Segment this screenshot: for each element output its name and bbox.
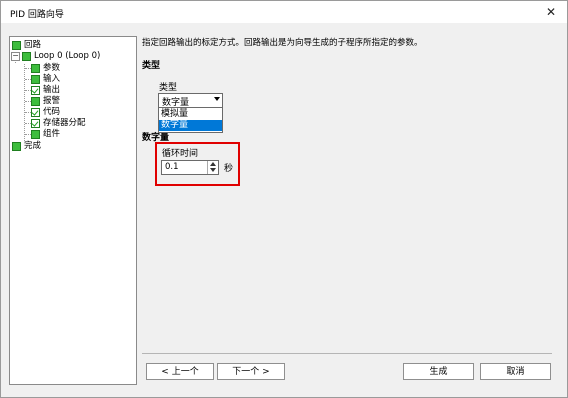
generate-button[interactable]: 生成 bbox=[403, 363, 474, 380]
status-icon bbox=[31, 97, 40, 106]
next-button[interactable]: 下一个 > bbox=[217, 363, 285, 380]
type-dropdown-list: 模拟量 数字量 bbox=[158, 107, 223, 133]
cycle-time-label: 循环时间 bbox=[162, 149, 199, 159]
type-select[interactable]: 数字量 bbox=[158, 93, 223, 108]
cycle-time-unit: 秒 bbox=[224, 164, 234, 174]
status-icon bbox=[22, 52, 31, 61]
tree-item-label: 输出 bbox=[43, 85, 61, 95]
close-icon[interactable]: ✕ bbox=[537, 2, 565, 22]
cancel-button[interactable]: 取消 bbox=[480, 363, 551, 380]
checkmark-icon bbox=[31, 86, 40, 95]
status-icon bbox=[31, 64, 40, 73]
tree-item-label: 回路 bbox=[24, 40, 42, 50]
collapse-icon[interactable]: − bbox=[11, 52, 20, 61]
tree-connector bbox=[24, 64, 25, 141]
type-section-heading: 类型 bbox=[142, 61, 161, 71]
footer-divider bbox=[142, 353, 552, 354]
arrow-down-icon[interactable] bbox=[210, 168, 216, 172]
status-icon bbox=[12, 41, 21, 50]
status-icon bbox=[31, 130, 40, 139]
page-description: 指定回路输出的标定方式。回路输出是为向导生成的子程序所指定的参数。 bbox=[142, 38, 423, 48]
tree-item-label: Loop 0 (Loop 0) bbox=[34, 51, 101, 61]
type-label: 类型 bbox=[159, 83, 178, 93]
prev-button[interactable]: < 上一个 bbox=[146, 363, 214, 380]
tree-item-label: 存储器分配 bbox=[43, 118, 86, 128]
tree-item-label: 完成 bbox=[24, 141, 42, 151]
tree-item-label: 参数 bbox=[43, 63, 61, 73]
tree-item-label: 组件 bbox=[43, 129, 61, 139]
dropdown-option-analog[interactable]: 模拟量 bbox=[159, 109, 222, 120]
cycle-time-value: 0.1 bbox=[165, 162, 179, 172]
checkmark-icon bbox=[31, 119, 40, 128]
pid-loop-wizard-window: PID 回路向导 ✕ 回路 − Loop 0 (Loop 0) 参数 输入 输出… bbox=[0, 0, 568, 398]
dropdown-option-digital[interactable]: 数字量 bbox=[159, 120, 222, 131]
tree-item-label: 报警 bbox=[43, 96, 61, 106]
tree-item-label: 代码 bbox=[43, 107, 61, 117]
arrow-up-icon[interactable] bbox=[210, 162, 216, 166]
wizard-tree: 回路 − Loop 0 (Loop 0) 参数 输入 输出 报警 代码 存储器分… bbox=[9, 36, 137, 385]
title-bar: PID 回路向导 ✕ bbox=[1, 1, 567, 23]
tree-item-label: 输入 bbox=[43, 74, 61, 84]
cycle-time-stepper[interactable]: 0.1 bbox=[161, 160, 219, 175]
stepper-buttons[interactable] bbox=[207, 161, 218, 174]
window-title: PID 回路向导 bbox=[10, 10, 64, 20]
status-icon bbox=[12, 142, 21, 151]
main-panel: 指定回路输出的标定方式。回路输出是为向导生成的子程序所指定的参数。 类型 类型 … bbox=[139, 36, 559, 356]
checkmark-icon bbox=[31, 108, 40, 117]
status-icon bbox=[31, 75, 40, 84]
chevron-down-icon bbox=[214, 97, 220, 101]
